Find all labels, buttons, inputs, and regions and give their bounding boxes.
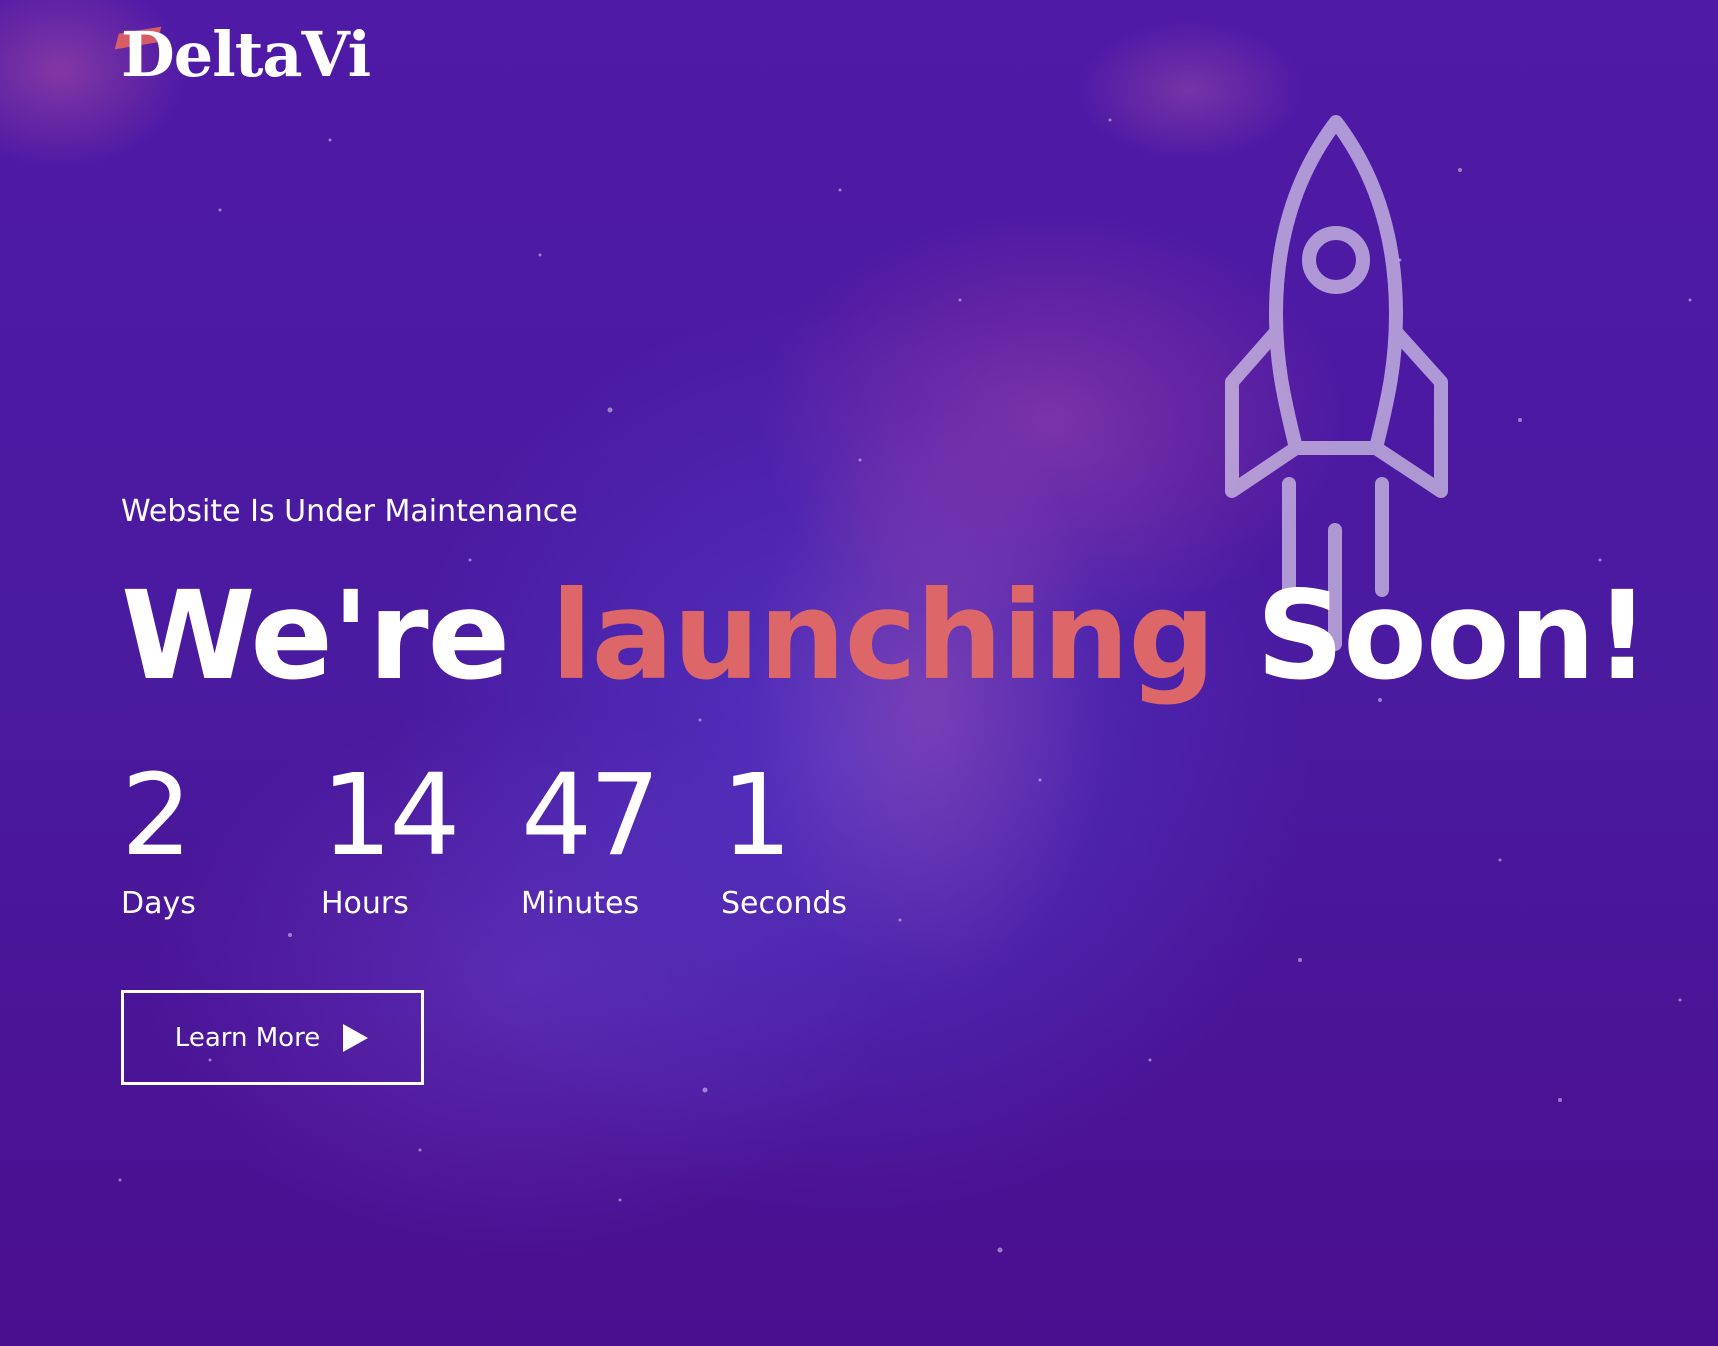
countdown-minutes-label: Minutes bbox=[521, 886, 640, 921]
headline-part-2: Soon! bbox=[1214, 565, 1650, 707]
learn-more-button[interactable]: Learn More bbox=[121, 990, 424, 1085]
countdown-minutes: 47 Minutes bbox=[521, 760, 721, 921]
countdown-seconds-label: Seconds bbox=[721, 886, 848, 921]
countdown-seconds: 1 Seconds bbox=[721, 760, 921, 921]
play-icon bbox=[343, 1023, 369, 1052]
hero-headline: We're launching Soon! bbox=[121, 575, 1650, 697]
headline-part-1: We're bbox=[121, 565, 551, 707]
maintenance-subtitle: Website Is Under Maintenance bbox=[121, 494, 578, 529]
learn-more-label: Learn More bbox=[174, 1022, 321, 1053]
countdown-hours-value: 14 bbox=[321, 751, 461, 881]
countdown-days-label: Days bbox=[121, 886, 196, 921]
countdown-seconds-value: 1 bbox=[721, 751, 792, 881]
headline-accent-word: launching bbox=[550, 565, 1216, 707]
countdown-hours: 14 Hours bbox=[321, 760, 521, 921]
countdown-hours-label: Hours bbox=[321, 886, 409, 921]
countdown-minutes-value: 47 bbox=[521, 751, 661, 881]
countdown-timer: 2 Days 14 Hours 47 Minutes 1 Seconds bbox=[121, 760, 921, 921]
brand-logo[interactable]: DeltaVi bbox=[121, 24, 371, 86]
countdown-days: 2 Days bbox=[121, 760, 321, 921]
countdown-days-value: 2 bbox=[121, 751, 192, 881]
